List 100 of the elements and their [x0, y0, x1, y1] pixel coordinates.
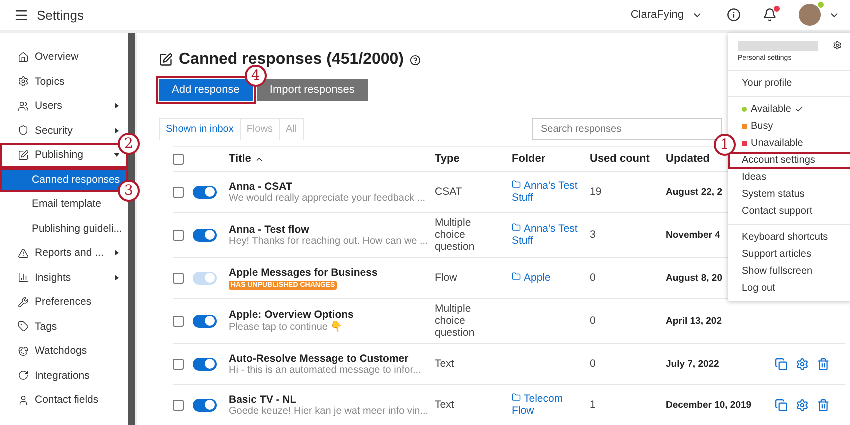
folder-link[interactable]: Anna's Test Stuff — [512, 180, 582, 204]
account-name[interactable]: ClaraFying — [630, 9, 684, 21]
sidebar-icon — [18, 52, 29, 63]
avatar[interactable] — [799, 4, 821, 26]
step-number: 2 — [118, 133, 140, 155]
menu-item[interactable]: System status — [728, 186, 850, 203]
checkbox[interactable] — [173, 154, 184, 164]
caret-icon — [114, 152, 120, 158]
sidebar-icon — [18, 125, 29, 136]
copy-icon[interactable] — [775, 358, 788, 370]
response-title[interactable]: Apple: Overview Options — [229, 309, 427, 321]
toggle-switch[interactable] — [193, 398, 217, 412]
folder-icon — [512, 393, 521, 402]
menu-item[interactable]: Your profile — [728, 75, 850, 92]
sidebar-subitem[interactable]: Publishing guideli... — [0, 216, 128, 241]
menu-item[interactable]: Ideas — [728, 169, 850, 186]
sidebar-item[interactable]: Integrations — [0, 364, 128, 388]
toggle-switch[interactable] — [193, 186, 217, 198]
step-number: 1 — [714, 134, 736, 156]
trash-icon[interactable] — [817, 398, 830, 412]
sidebar-item[interactable]: Contact fields — [0, 388, 128, 412]
sidebar-item[interactable]: Topics — [0, 70, 128, 94]
table-cell-text: Text — [435, 399, 456, 411]
sidebar-item[interactable]: Insights — [0, 266, 128, 290]
folder-icon — [512, 272, 521, 281]
sidebar-icon — [18, 248, 29, 259]
table-cell-text: CSAT — [435, 186, 464, 198]
caret-icon — [114, 274, 120, 281]
response-preview: Goede keuze! Hier kan je wat meer info vin... — [229, 406, 427, 416]
status-label: Unavailable — [751, 138, 804, 149]
table-cell-text: 0 — [590, 272, 597, 284]
toggle-switch[interactable] — [193, 314, 217, 328]
menu-item[interactable]: Contact support — [728, 203, 850, 220]
sidebar-icon — [18, 321, 29, 332]
response-preview: Hey! Thanks for reaching out. How can we ... — [229, 236, 427, 246]
sidebar-icon — [18, 346, 29, 357]
toggle-switch[interactable] — [193, 358, 217, 370]
table-cell: April 13, 202 — [666, 316, 722, 326]
sidebar-icon — [18, 296, 29, 308]
sidebar-item[interactable]: Overview — [0, 45, 128, 70]
table-cell-text: Multiple choice question — [435, 303, 476, 339]
table-cell: November 4 — [666, 230, 720, 240]
column-header[interactable]: Updated — [666, 153, 710, 165]
caret-icon — [114, 250, 120, 256]
table-cell-text: 0 — [590, 315, 597, 327]
copy-icon[interactable] — [775, 398, 788, 412]
folder-link[interactable]: Anna's Test Stuff — [512, 223, 582, 247]
sidebar-item[interactable]: Tags — [0, 314, 128, 339]
help-icon[interactable] — [410, 54, 421, 66]
table-cell-text: 19 — [590, 186, 603, 198]
folder-link[interactable]: Telecom Flow — [512, 393, 582, 417]
response-title[interactable]: Anna - CSAT — [229, 180, 427, 192]
add-button[interactable]: Add response — [159, 79, 253, 101]
import-button[interactable]: Import responses — [256, 79, 368, 101]
menu-item[interactable]: Keyboard shortcuts — [728, 229, 850, 246]
toggle-switch[interactable] — [193, 228, 217, 242]
menu-item[interactable]: Support articles — [728, 246, 850, 263]
checkbox[interactable] — [173, 316, 184, 326]
sidebar-item[interactable]: Watchdogs — [0, 339, 128, 364]
settings-icon[interactable] — [833, 41, 842, 50]
status-label: Busy — [751, 121, 774, 132]
sidebar-icon — [18, 370, 29, 382]
menu-item[interactable]: Log out — [728, 280, 850, 297]
trash-icon[interactable] — [817, 358, 830, 370]
sidebar-icon — [18, 150, 29, 161]
column-header[interactable]: Type — [435, 153, 460, 165]
sidebar-icon — [18, 76, 29, 88]
table-cell-text: Flow — [435, 272, 458, 284]
response-preview: Hi - this is an automated message to infor... — [229, 364, 422, 376]
column-header[interactable]: Title — [229, 153, 252, 165]
sidebar-item[interactable]: Preferences — [0, 290, 128, 314]
search-field[interactable]: Search responses — [532, 118, 722, 140]
checkbox[interactable] — [173, 230, 184, 240]
sidebar-icon — [18, 394, 29, 406]
tab[interactable]: Shown in inbox — [159, 118, 241, 140]
app-title: Settings — [37, 8, 85, 22]
table-cell-text: 1 — [590, 399, 597, 411]
folder-icon — [512, 180, 521, 189]
column-header[interactable]: Folder — [512, 153, 546, 165]
response-title[interactable]: Auto-Resolve Message to Customer — [229, 352, 427, 364]
table-cell-text: Text — [435, 358, 456, 370]
table-cell: August 22, 2 — [666, 186, 722, 198]
menu-icon[interactable] — [14, 8, 29, 22]
bell-icon[interactable] — [763, 8, 777, 22]
column-header[interactable]: Used count — [590, 153, 650, 165]
response-title[interactable]: Anna - Test flow — [229, 224, 427, 236]
checkbox[interactable] — [173, 186, 184, 198]
response-title[interactable]: Basic TV - NL — [229, 394, 427, 406]
checkbox[interactable] — [173, 400, 184, 410]
table-cell: August 8, 20 — [666, 272, 722, 284]
info-icon[interactable] — [727, 8, 741, 22]
caret-icon — [114, 103, 120, 110]
sidebar-item[interactable]: Reports and ... — [0, 241, 128, 266]
table-cell-text: Multiple choice question — [435, 217, 476, 253]
menu-item[interactable]: Show fullscreen — [728, 263, 850, 280]
checkbox[interactable] — [173, 358, 184, 370]
sidebar-item[interactable]: Users — [0, 94, 128, 118]
sidebar-icon — [18, 100, 29, 112]
table-cell: December 10, 2019 — [666, 400, 752, 410]
response-preview: We would really appreciate your feedback ... — [229, 192, 427, 204]
